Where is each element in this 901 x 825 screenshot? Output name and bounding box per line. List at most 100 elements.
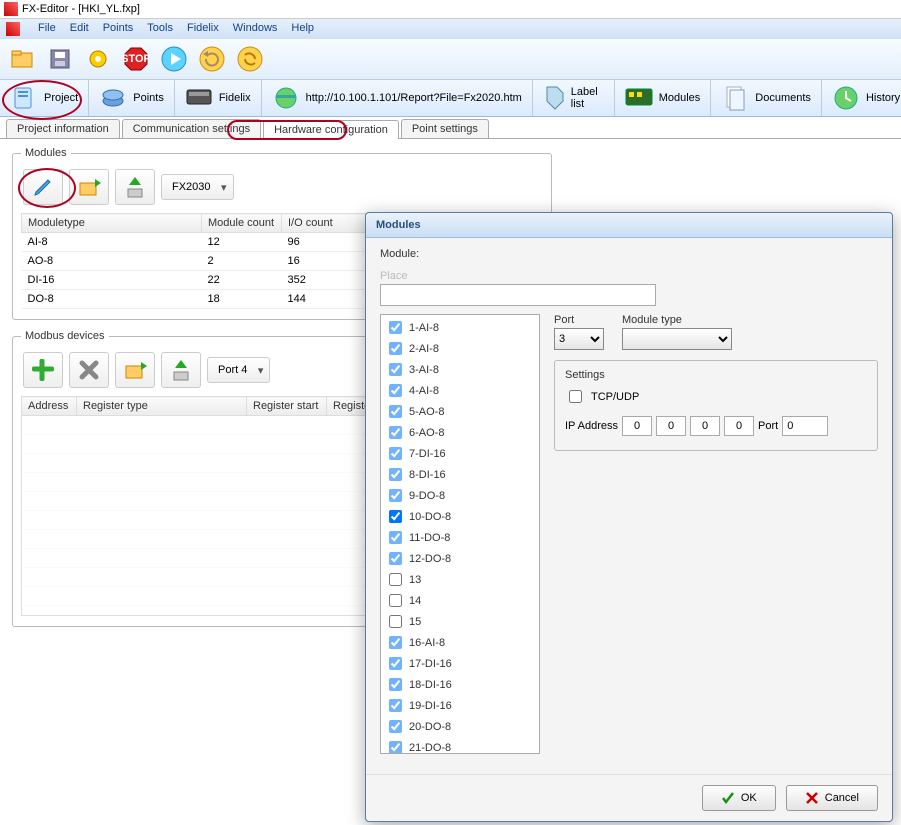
checklist-item[interactable]: 6-AO-8 bbox=[383, 422, 537, 443]
ribbon-url[interactable]: http://10.100.1.101/Report?File=Fx2020.h… bbox=[262, 80, 533, 116]
menu-tools[interactable]: Tools bbox=[147, 22, 173, 36]
ip-seg-2[interactable] bbox=[656, 416, 686, 436]
menu-points[interactable]: Points bbox=[103, 22, 134, 36]
edit-button[interactable] bbox=[23, 169, 63, 205]
play-icon[interactable] bbox=[158, 43, 190, 75]
ribbon-fidelix[interactable]: Fidelix bbox=[175, 80, 262, 116]
modules-icon bbox=[625, 84, 653, 112]
checklist-checkbox[interactable] bbox=[389, 468, 402, 481]
checklist-checkbox[interactable] bbox=[389, 489, 402, 502]
checklist-item[interactable]: 16-AI-8 bbox=[383, 632, 537, 653]
menu-help[interactable]: Help bbox=[291, 22, 314, 36]
col-modulecount[interactable]: Module count bbox=[202, 214, 282, 233]
fidelix-icon bbox=[185, 84, 213, 112]
ok-label: OK bbox=[741, 792, 757, 804]
cancel-button[interactable]: Cancel bbox=[786, 785, 878, 811]
tcpudp-checkbox[interactable] bbox=[569, 390, 582, 403]
checklist-checkbox[interactable] bbox=[389, 531, 402, 544]
tcpudp-row[interactable]: TCP/UDP bbox=[565, 387, 867, 406]
tab-project-info[interactable]: Project information bbox=[6, 119, 120, 138]
add-button[interactable] bbox=[23, 352, 63, 388]
checklist-item[interactable]: 4-AI-8 bbox=[383, 380, 537, 401]
checklist-item[interactable]: 2-AI-8 bbox=[383, 338, 537, 359]
port-select[interactable]: Port 4 bbox=[207, 357, 270, 383]
ip-seg-3[interactable] bbox=[690, 416, 720, 436]
col-regtype[interactable]: Register type bbox=[77, 397, 247, 416]
checklist-checkbox[interactable] bbox=[389, 636, 402, 649]
save-icon[interactable] bbox=[44, 43, 76, 75]
ribbon-labellist[interactable]: Label list bbox=[533, 80, 615, 116]
checklist-item[interactable]: 5-AO-8 bbox=[383, 401, 537, 422]
checklist-checkbox[interactable] bbox=[389, 405, 402, 418]
checklist-checkbox[interactable] bbox=[389, 699, 402, 712]
checklist-item[interactable]: 3-AI-8 bbox=[383, 359, 537, 380]
checklist-item[interactable]: 15 bbox=[383, 611, 537, 632]
place-input[interactable] bbox=[380, 284, 656, 306]
sync-icon[interactable] bbox=[234, 43, 266, 75]
checklist-item[interactable]: 14 bbox=[383, 590, 537, 611]
menu-file[interactable]: File bbox=[38, 22, 56, 36]
col-moduletype[interactable]: Moduletype bbox=[22, 214, 202, 233]
port-dropdown[interactable]: 3 bbox=[554, 328, 604, 350]
checklist-item[interactable]: 18-DI-16 bbox=[383, 674, 537, 695]
menu-edit[interactable]: Edit bbox=[70, 22, 89, 36]
moduletype-dropdown[interactable] bbox=[622, 328, 732, 350]
tab-point-settings[interactable]: Point settings bbox=[401, 119, 489, 138]
device-select[interactable]: FX2030 bbox=[161, 174, 234, 200]
ribbon-points[interactable]: Points bbox=[89, 80, 175, 116]
ribbon-modules-label: Modules bbox=[659, 92, 701, 104]
checklist-checkbox[interactable] bbox=[389, 741, 402, 754]
checklist-checkbox[interactable] bbox=[389, 573, 402, 586]
ribbon-modules[interactable]: Modules bbox=[615, 80, 712, 116]
ribbon-history[interactable]: History bbox=[822, 80, 901, 116]
checklist-item[interactable]: 8-DI-16 bbox=[383, 464, 537, 485]
upload2-button[interactable] bbox=[161, 352, 201, 388]
checklist-item[interactable]: 17-DI-16 bbox=[383, 653, 537, 674]
checklist-checkbox[interactable] bbox=[389, 510, 402, 523]
checklist-checkbox[interactable] bbox=[389, 552, 402, 565]
import-button[interactable] bbox=[69, 169, 109, 205]
checklist-checkbox[interactable] bbox=[389, 615, 402, 628]
checklist-item[interactable]: 20-DO-8 bbox=[383, 716, 537, 737]
checklist-checkbox[interactable] bbox=[389, 363, 402, 376]
checklist-item[interactable]: 1-AI-8 bbox=[383, 317, 537, 338]
checklist-checkbox[interactable] bbox=[389, 426, 402, 439]
checklist-item[interactable]: 12-DO-8 bbox=[383, 548, 537, 569]
checklist-checkbox[interactable] bbox=[389, 447, 402, 460]
checklist-checkbox[interactable] bbox=[389, 384, 402, 397]
module-checklist[interactable]: 1-AI-82-AI-83-AI-84-AI-85-AO-86-AO-87-DI… bbox=[380, 314, 540, 754]
tab-comm-settings[interactable]: Communication settings bbox=[122, 119, 261, 138]
checklist-checkbox[interactable] bbox=[389, 720, 402, 733]
checklist-item[interactable]: 11-DO-8 bbox=[383, 527, 537, 548]
checklist-checkbox[interactable] bbox=[389, 594, 402, 607]
import2-button[interactable] bbox=[115, 352, 155, 388]
open-file-icon[interactable] bbox=[6, 43, 38, 75]
ip-seg-1[interactable] bbox=[622, 416, 652, 436]
checklist-item[interactable]: 9-DO-8 bbox=[383, 485, 537, 506]
delete-button[interactable] bbox=[69, 352, 109, 388]
checklist-item[interactable]: 19-DI-16 bbox=[383, 695, 537, 716]
menu-fidelix[interactable]: Fidelix bbox=[187, 22, 219, 36]
checklist-item[interactable]: 7-DI-16 bbox=[383, 443, 537, 464]
checklist-checkbox[interactable] bbox=[389, 657, 402, 670]
stop-icon[interactable]: STOP bbox=[120, 43, 152, 75]
tab-hardware-config[interactable]: Hardware configuration bbox=[263, 120, 399, 139]
gear-icon[interactable] bbox=[82, 43, 114, 75]
checklist-item[interactable]: 13 bbox=[383, 569, 537, 590]
checklist-checkbox[interactable] bbox=[389, 342, 402, 355]
upload-button[interactable] bbox=[115, 169, 155, 205]
port2-input[interactable] bbox=[782, 416, 828, 436]
checklist-item[interactable]: 21-DO-8 bbox=[383, 737, 537, 754]
menu-windows[interactable]: Windows bbox=[233, 22, 278, 36]
ip-seg-4[interactable] bbox=[724, 416, 754, 436]
refresh-icon[interactable] bbox=[196, 43, 228, 75]
ribbon-project[interactable]: Project bbox=[0, 80, 89, 116]
ribbon-documents[interactable]: Documents bbox=[711, 80, 822, 116]
checklist-item[interactable]: 10-DO-8 bbox=[383, 506, 537, 527]
col-address[interactable]: Address bbox=[22, 397, 77, 416]
titlebar: FX-Editor - [HKI_YL.fxp] bbox=[0, 0, 901, 19]
col-regstart[interactable]: Register start bbox=[247, 397, 327, 416]
ok-button[interactable]: OK bbox=[702, 785, 776, 811]
checklist-checkbox[interactable] bbox=[389, 321, 402, 334]
checklist-checkbox[interactable] bbox=[389, 678, 402, 691]
